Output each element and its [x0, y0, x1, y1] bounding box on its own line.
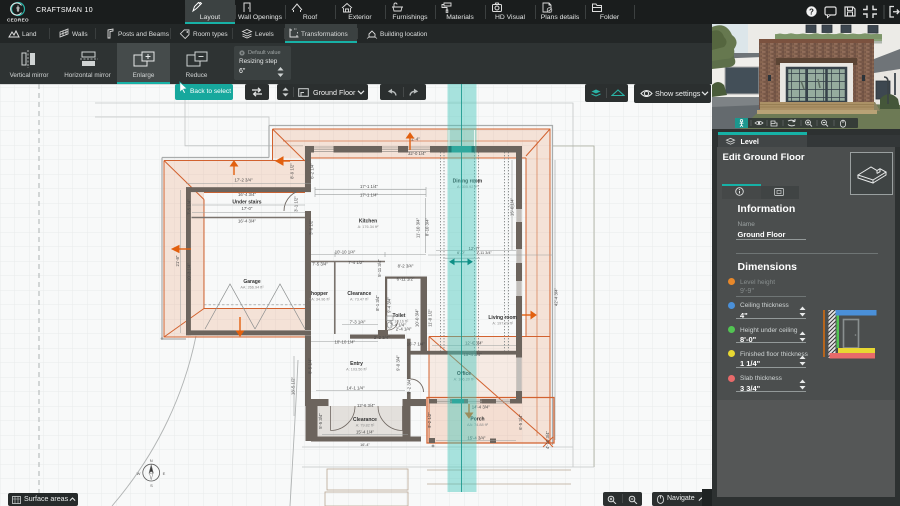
svg-text:17'-2 3/4": 17'-2 3/4" [234, 178, 253, 183]
svg-text:7'-4 1/2": 7'-4 1/2" [348, 260, 364, 265]
svg-text:9'-4 3/4": 9'-4 3/4" [387, 297, 392, 313]
svg-text:1'-11 3/4": 1'-11 3/4" [476, 251, 492, 255]
svg-text:15'-0 1/4": 15'-0 1/4" [509, 197, 514, 216]
svg-text:18'-5 1/2": 18'-5 1/2" [291, 376, 296, 395]
svg-text:A: 79.82 ft²: A: 79.82 ft² [356, 424, 375, 428]
svg-text:3A: 34.96 ft²: 3A: 34.96 ft² [309, 298, 330, 302]
svg-text:A: 103.50 ft²: A: 103.50 ft² [346, 368, 367, 372]
svg-text:8'-5 1/4": 8'-5 1/4" [308, 358, 313, 374]
svg-text:5'-11 3/4": 5'-11 3/4" [377, 259, 382, 277]
svg-text:10'-0 3/4": 10'-0 3/4" [414, 308, 419, 327]
svg-text:S: S [150, 483, 153, 488]
svg-text:11'-0 1/2": 11'-0 1/2" [428, 309, 433, 327]
svg-text:10'-3 1/4": 10'-3 1/4" [187, 262, 192, 281]
svg-text:21'-8": 21'-8" [175, 255, 180, 266]
svg-text:6'-5 3/4": 6'-5 3/4" [518, 414, 523, 430]
svg-text:?: ? [809, 8, 814, 17]
svg-text:W: W [137, 471, 141, 476]
svg-text:CEDREO: CEDREO [7, 18, 29, 23]
svg-text:2'-4 1/4": 2'-4 1/4" [396, 326, 412, 331]
svg-text:6'-11 1/2": 6'-11 1/2" [397, 277, 415, 282]
svg-text:hopper: hopper [311, 291, 328, 297]
svg-text:9'-2 3/4": 9'-2 3/4" [407, 378, 412, 394]
svg-text:8'-10 3/4": 8'-10 3/4" [425, 217, 430, 236]
svg-text:Under stairs: Under stairs [232, 199, 261, 205]
svg-text:8'-9 1/2": 8'-9 1/2" [290, 163, 295, 179]
svg-text:A: 197.29 ft²: A: 197.29 ft² [492, 322, 513, 326]
svg-text:10'-10 1/4": 10'-10 1/4" [335, 249, 356, 254]
svg-text:16'-4": 16'-4" [360, 443, 370, 447]
svg-text:42'-4 3/4": 42'-4 3/4" [554, 287, 559, 306]
svg-text:6'-2 1/4": 6'-2 1/4" [310, 163, 315, 179]
svg-text:E: E [163, 471, 166, 476]
svg-text:17'-0": 17'-0" [242, 206, 253, 211]
svg-text:N: N [150, 458, 153, 463]
svg-text:11'-10 3/4": 11'-10 3/4" [416, 217, 421, 238]
svg-text:15'-4 1/4": 15'-4 1/4" [356, 429, 375, 434]
svg-text:Toilet: Toilet [393, 313, 406, 319]
svg-text:AA: 266.94 ft²: AA: 266.94 ft² [240, 286, 264, 290]
svg-text:8'-1 3/4": 8'-1 3/4" [375, 295, 380, 311]
svg-text:14'-1 1/4": 14'-1 1/4" [346, 385, 365, 390]
svg-text:16'-4 3/4": 16'-4 3/4" [238, 219, 257, 224]
svg-text:9'-2 1/2": 9'-2 1/2" [427, 412, 432, 428]
svg-text:7'-5 3/4": 7'-5 3/4" [312, 261, 328, 266]
svg-text:9'-0 3/4": 9'-0 3/4" [396, 355, 401, 371]
svg-text:A: 176.34 ft²: A: 176.34 ft² [358, 225, 379, 229]
svg-text:3'-6 1/2": 3'-6 1/2" [309, 219, 314, 235]
svg-text:16'-4 3/4": 16'-4 3/4" [238, 192, 257, 197]
svg-text:4'-10 3/4": 4'-10 3/4" [545, 430, 550, 449]
svg-text:7'-5 1/4": 7'-5 1/4" [187, 199, 192, 215]
svg-text:32'-0 1/4": 32'-0 1/4" [408, 151, 427, 156]
svg-text:17'-1 1/4": 17'-1 1/4" [360, 192, 379, 197]
svg-text:17'-1 1/4": 17'-1 1/4" [360, 184, 379, 189]
svg-text:5'-5 3/4": 5'-5 3/4" [318, 413, 323, 429]
svg-text:A: 16.16 ft²: A: 16.16 ft² [390, 320, 409, 324]
svg-text:Entry: Entry [350, 361, 363, 367]
svg-text:16'-7 1/4": 16'-7 1/4" [407, 341, 426, 346]
svg-text:12'-6 3/4": 12'-6 3/4" [357, 403, 376, 408]
svg-text:Garage: Garage [243, 279, 260, 285]
svg-text:Clearance: Clearance [353, 417, 377, 423]
svg-text:8'-2 3/4": 8'-2 3/4" [398, 263, 414, 268]
svg-text:Kitchen: Kitchen [359, 219, 377, 225]
svg-text:A: 73.47 ft²: A: 73.47 ft² [350, 298, 369, 302]
svg-text:2'-2 3/4": 2'-2 3/4" [374, 335, 390, 340]
svg-text:Living room: Living room [488, 315, 517, 321]
svg-text:3'-1 1/2": 3'-1 1/2" [294, 196, 299, 212]
svg-text:7'-3 1/4": 7'-3 1/4" [350, 319, 366, 324]
svg-text:Clearance: Clearance [347, 291, 371, 297]
svg-text:10'-10 1/4": 10'-10 1/4" [335, 339, 356, 344]
